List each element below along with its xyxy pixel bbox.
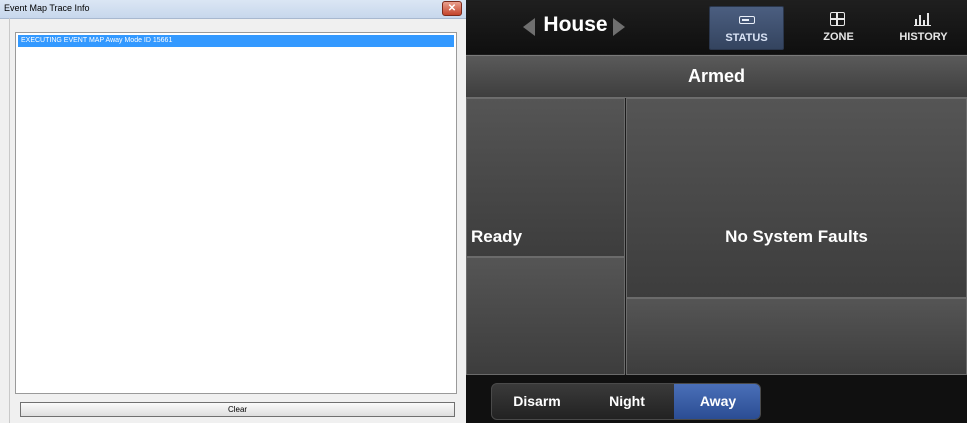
location-title: House bbox=[543, 13, 608, 36]
trace-list[interactable]: EXECUTING EVENT MAP Away Mode ID 15661 bbox=[15, 32, 457, 394]
faults-tile[interactable] bbox=[626, 98, 967, 298]
list-item[interactable]: EXECUTING EVENT MAP Away Mode ID 15661 bbox=[18, 35, 454, 47]
status-icon bbox=[739, 16, 755, 24]
previous-arrow-icon[interactable] bbox=[523, 18, 535, 36]
mode-bar: Disarm Night Away bbox=[466, 375, 967, 423]
tab-history[interactable]: HISTORY bbox=[886, 6, 961, 50]
ready-status-text: Ready bbox=[471, 227, 523, 246]
night-button[interactable]: Night bbox=[582, 384, 672, 419]
clear-button[interactable]: Clear bbox=[20, 402, 455, 417]
history-icon bbox=[914, 13, 931, 26]
tab-history-label: HISTORY bbox=[899, 31, 948, 43]
tab-zone[interactable]: ZONE bbox=[801, 6, 876, 50]
tab-zone-label: ZONE bbox=[823, 31, 854, 43]
arm-state-text: Armed bbox=[687, 66, 745, 86]
ready-tile-lower bbox=[466, 257, 625, 375]
close-icon[interactable]: ✕ bbox=[442, 1, 462, 16]
disarm-button[interactable]: Disarm bbox=[492, 384, 582, 419]
away-button[interactable]: Away bbox=[674, 384, 760, 419]
panel-header: House STATUS ZONE HISTORY bbox=[466, 0, 967, 54]
arm-state-bar: Armed bbox=[466, 55, 967, 98]
trace-window: Event Map Trace Info ✕ EXECUTING EVENT M… bbox=[0, 0, 466, 423]
faults-tile-lower bbox=[626, 298, 967, 375]
tab-status[interactable]: STATUS bbox=[709, 6, 784, 50]
arm-mode-selector: Disarm Night Away bbox=[491, 383, 761, 420]
trace-window-title: Event Map Trace Info bbox=[4, 3, 90, 13]
window-border bbox=[9, 18, 10, 423]
faults-status-text: No System Faults bbox=[725, 227, 868, 246]
trace-titlebar[interactable]: Event Map Trace Info ✕ bbox=[0, 0, 466, 19]
security-panel: House STATUS ZONE HISTORY Armed Ready No… bbox=[466, 0, 967, 423]
next-arrow-icon[interactable] bbox=[613, 18, 625, 36]
tab-status-label: STATUS bbox=[725, 32, 768, 44]
zone-icon bbox=[830, 12, 845, 26]
